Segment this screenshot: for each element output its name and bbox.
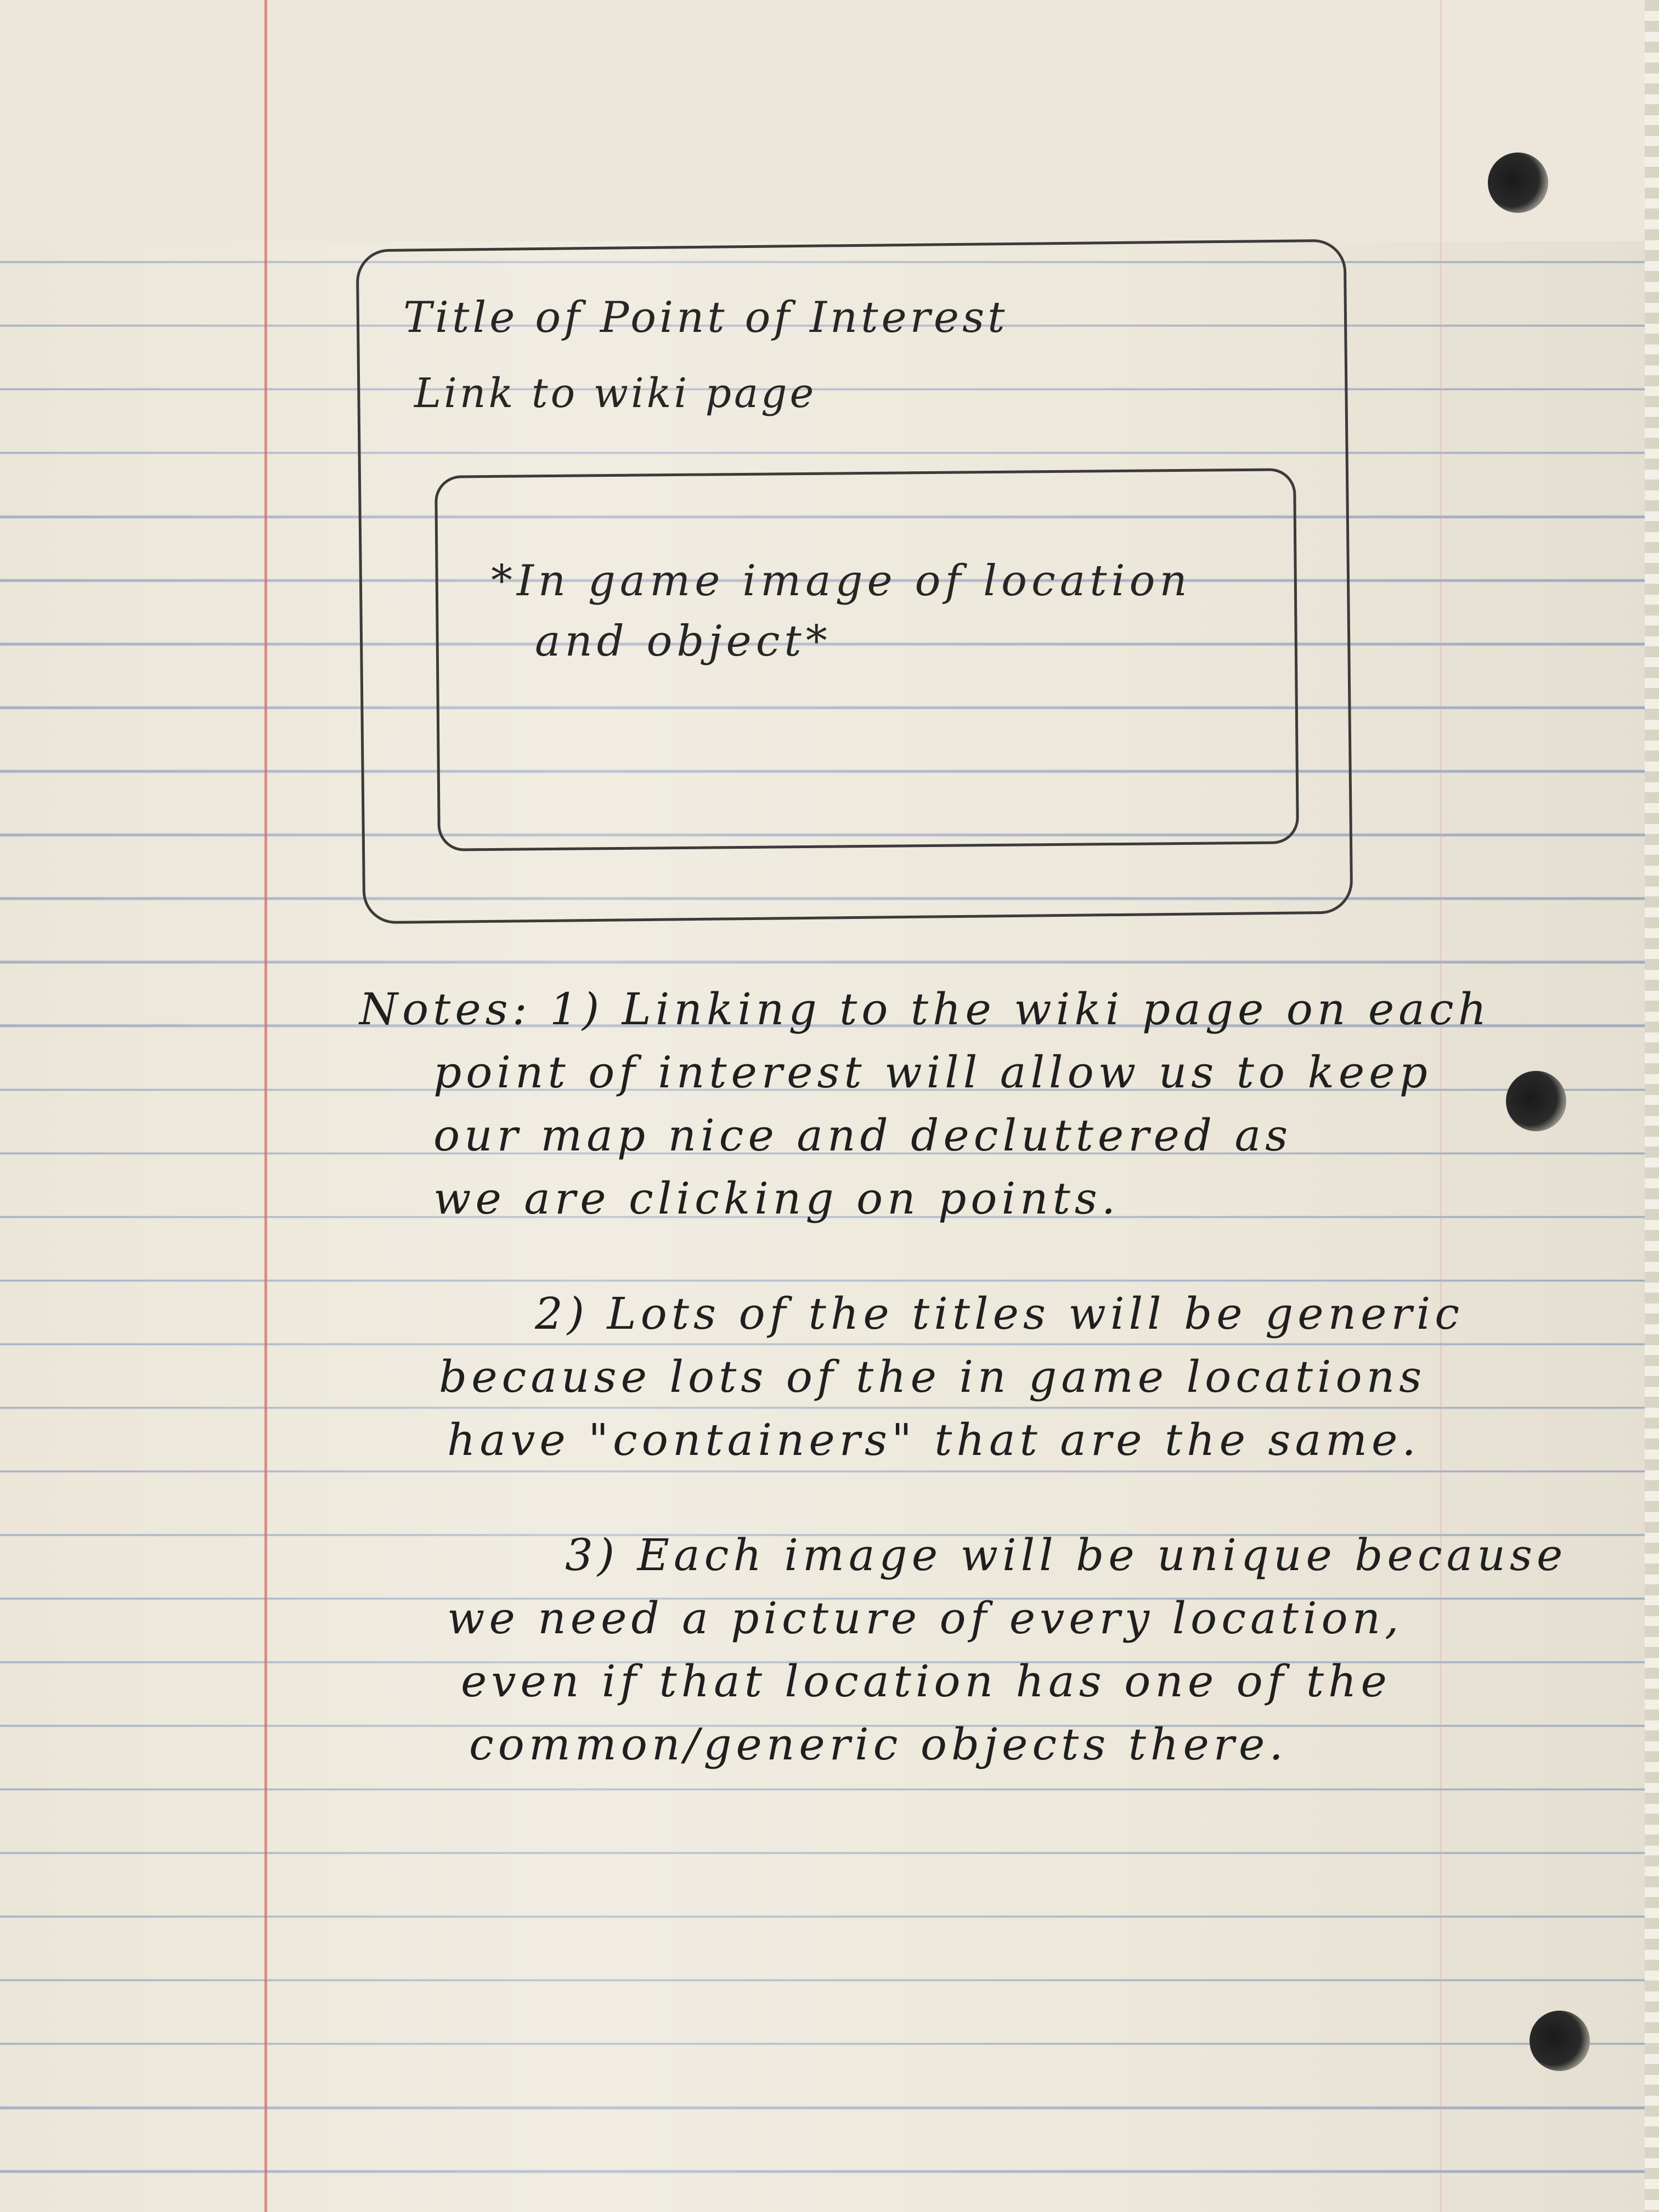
note-line: 2) Lots of the titles will be generic xyxy=(535,1288,1464,1339)
note-line: our map nice and decluttered as xyxy=(433,1110,1293,1161)
red-margin-line xyxy=(264,0,267,2212)
note-line: even if that location has one of the xyxy=(461,1656,1391,1707)
notebook-page: Title of Point of Interest Link to wiki … xyxy=(0,0,1659,2212)
binder-hole-bottom xyxy=(1530,2011,1590,2071)
image-placeholder-text-line2: and object* xyxy=(535,617,832,666)
note-line: common/generic objects there. xyxy=(469,1719,1288,1770)
note-line: 3) Each image will be unique because xyxy=(565,1530,1567,1581)
binder-hole-middle xyxy=(1506,1071,1566,1131)
binder-hole-top xyxy=(1488,153,1548,213)
note-line: have "containers" that are the same. xyxy=(447,1414,1420,1465)
right-margin-line xyxy=(1440,0,1442,2212)
page-header-area xyxy=(0,0,1659,241)
note-line: we are clicking on points. xyxy=(433,1173,1120,1224)
note-line: we need a picture of every location, xyxy=(447,1593,1403,1644)
image-placeholder-text-line1: *In game image of location xyxy=(491,556,1192,606)
note-line: point of interest will allow us to keep xyxy=(433,1047,1432,1098)
sketch-title-label: Title of Point of Interest xyxy=(403,293,1008,342)
note-line: because lots of the in game locations xyxy=(439,1351,1426,1402)
note-line: Notes: 1) Linking to the wiki page on ea… xyxy=(359,984,1491,1035)
perforated-edge xyxy=(1645,0,1659,2212)
sketch-link-label: Link to wiki page xyxy=(414,370,817,417)
